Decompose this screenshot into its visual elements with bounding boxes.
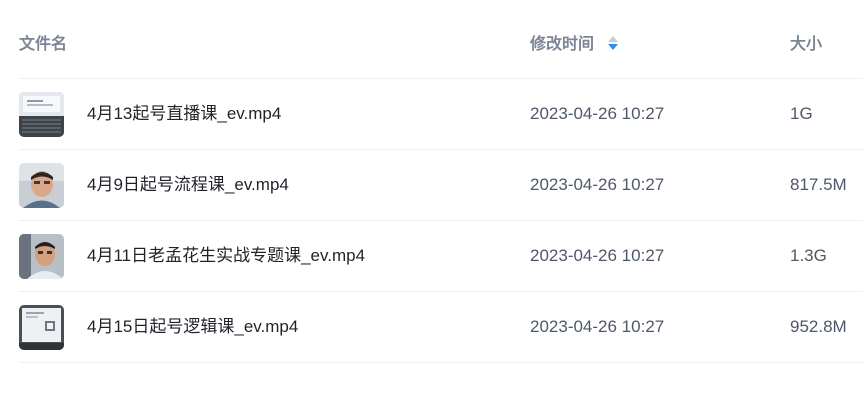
video-thumbnail[interactable] xyxy=(19,234,64,279)
table-row[interactable]: 4月13起号直播课_ev.mp4 2023-04-26 10:27 1G xyxy=(19,79,863,150)
file-size: 817.5M xyxy=(790,175,847,194)
file-size: 1.3G xyxy=(790,246,827,265)
file-table: 文件名 修改时间 大小 4月13起号直播课_ev.mp4 2023-04-26 … xyxy=(19,0,863,363)
column-header-size[interactable]: 大小 xyxy=(790,35,822,55)
sort-icon[interactable] xyxy=(608,36,619,52)
video-thumbnail[interactable] xyxy=(19,305,64,350)
file-modified: 2023-04-26 10:27 xyxy=(530,317,665,336)
file-modified: 2023-04-26 10:27 xyxy=(530,175,665,194)
file-name[interactable]: 4月13起号直播课_ev.mp4 xyxy=(87,104,281,124)
table-header: 文件名 修改时间 大小 xyxy=(19,0,863,79)
sort-ascending-icon xyxy=(608,36,619,42)
table-row[interactable]: 4月15日起号逻辑课_ev.mp4 2023-04-26 10:27 952.8… xyxy=(19,292,863,363)
file-name[interactable]: 4月15日起号逻辑课_ev.mp4 xyxy=(87,317,298,337)
file-modified: 2023-04-26 10:27 xyxy=(530,104,665,123)
table-row[interactable]: 4月9日起号流程课_ev.mp4 2023-04-26 10:27 817.5M xyxy=(19,150,863,221)
file-modified: 2023-04-26 10:27 xyxy=(530,246,665,265)
sort-descending-icon xyxy=(608,44,619,50)
column-header-modified-label: 修改时间 xyxy=(530,36,595,53)
video-thumbnail[interactable] xyxy=(19,163,64,208)
column-header-name[interactable]: 文件名 xyxy=(19,35,67,55)
column-header-modified[interactable]: 修改时间 xyxy=(530,35,619,55)
file-size: 952.8M xyxy=(790,317,847,336)
video-thumbnail[interactable] xyxy=(19,92,64,137)
file-name[interactable]: 4月11日老孟花生实战专题课_ev.mp4 xyxy=(87,246,365,266)
file-size: 1G xyxy=(790,104,813,123)
table-row[interactable]: 4月11日老孟花生实战专题课_ev.mp4 2023-04-26 10:27 1… xyxy=(19,221,863,292)
file-name[interactable]: 4月9日起号流程课_ev.mp4 xyxy=(87,175,289,195)
